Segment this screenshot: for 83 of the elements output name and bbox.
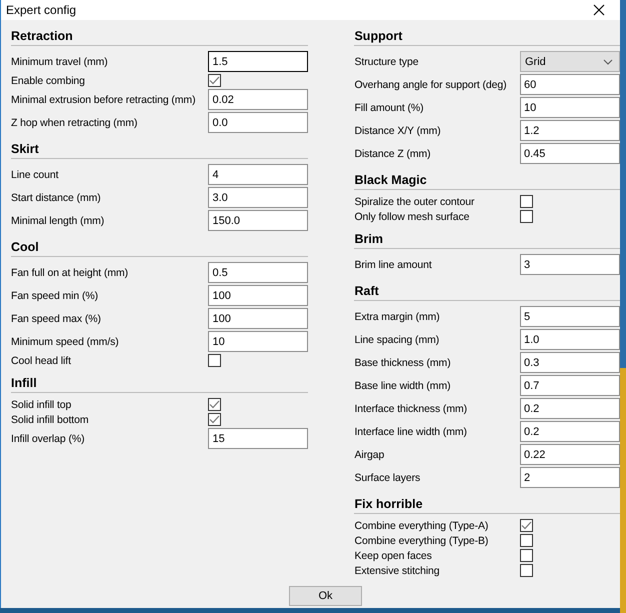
input-field[interactable]: 1.2 bbox=[520, 120, 620, 141]
input-field[interactable]: 4 bbox=[208, 164, 308, 185]
input-field[interactable]: 0.02 bbox=[208, 89, 308, 110]
input-field[interactable]: 1.5 bbox=[208, 51, 308, 72]
section-heading: Fix horrible bbox=[354, 497, 620, 514]
setting-label: Surface layers bbox=[354, 472, 420, 484]
checkbox[interactable] bbox=[520, 534, 533, 547]
input-field[interactable]: 15 bbox=[208, 428, 308, 449]
setting-label: Extensive stitching bbox=[354, 564, 440, 576]
checkbox[interactable] bbox=[208, 413, 222, 426]
section-heading: Raft bbox=[354, 284, 620, 301]
section-heading: Black Magic bbox=[354, 173, 620, 190]
setting-label: Line count bbox=[11, 168, 58, 180]
section-heading: Support bbox=[354, 29, 620, 46]
setting-label: Combine everything (Type-A) bbox=[354, 520, 488, 532]
checkbox[interactable] bbox=[520, 564, 533, 577]
setting-label: Z hop when retracting (mm) bbox=[11, 116, 138, 128]
input-field[interactable]: 0.3 bbox=[520, 352, 620, 373]
setting-label: Combine everything (Type-B) bbox=[354, 534, 488, 546]
input-field[interactable]: 100 bbox=[208, 285, 308, 306]
section-heading: Cool bbox=[11, 240, 308, 257]
setting-label: Base line width (mm) bbox=[354, 380, 450, 392]
chevron-down-icon bbox=[603, 58, 613, 64]
setting-label: Interface thickness (mm) bbox=[354, 402, 468, 414]
checkbox[interactable] bbox=[520, 195, 533, 208]
input-field[interactable]: 1.0 bbox=[520, 329, 620, 350]
input-field[interactable]: 10 bbox=[520, 97, 620, 118]
input-field[interactable]: 3 bbox=[520, 254, 620, 275]
setting-label: Minimum speed (mm/s) bbox=[11, 336, 119, 348]
input-field[interactable]: 3.0 bbox=[208, 187, 308, 208]
input-field[interactable]: 0.2 bbox=[520, 421, 620, 442]
setting-label: Extra margin (mm) bbox=[354, 310, 440, 322]
checkbox[interactable] bbox=[520, 519, 533, 532]
setting-label: Cool head lift bbox=[11, 354, 71, 366]
setting-label: Keep open faces bbox=[354, 550, 432, 562]
input-field[interactable]: 0.2 bbox=[520, 398, 620, 419]
setting-label: Fan full on at height (mm) bbox=[11, 266, 128, 278]
input-field[interactable]: 2 bbox=[520, 467, 620, 488]
input-field[interactable]: 150.0 bbox=[208, 210, 308, 231]
checkbox[interactable] bbox=[520, 210, 533, 223]
checkbox[interactable] bbox=[208, 398, 222, 411]
setting-label: Line spacing (mm) bbox=[354, 334, 440, 346]
input-field[interactable]: 60 bbox=[520, 74, 620, 95]
setting-label: Structure type bbox=[354, 56, 418, 68]
setting-label: Brim line amount bbox=[354, 258, 432, 270]
ok-button[interactable]: Ok bbox=[289, 586, 362, 606]
dropdown[interactable]: Grid bbox=[520, 51, 620, 72]
setting-label: Solid infill bottom bbox=[11, 414, 88, 426]
setting-label: Enable combing bbox=[11, 74, 85, 86]
input-field[interactable]: 10 bbox=[208, 331, 308, 352]
setting-label: Distance Z (mm) bbox=[354, 148, 431, 160]
section-heading: Skirt bbox=[11, 142, 308, 159]
setting-label: Fill amount (%) bbox=[354, 102, 424, 114]
section-heading: Retraction bbox=[11, 29, 308, 46]
setting-label: Spiralize the outer contour bbox=[354, 196, 474, 208]
close-icon[interactable] bbox=[593, 4, 605, 16]
section-heading: Infill bbox=[11, 376, 308, 393]
setting-label: Interface line width (mm) bbox=[354, 426, 467, 438]
window-title: Expert config bbox=[6, 3, 76, 17]
setting-label: Fan speed max (%) bbox=[11, 312, 101, 324]
setting-label: Distance X/Y (mm) bbox=[354, 124, 441, 136]
checkbox[interactable] bbox=[208, 354, 222, 367]
setting-label: Minimal extrusion before retracting (mm) bbox=[11, 94, 196, 106]
setting-label: Minimum travel (mm) bbox=[11, 56, 108, 68]
input-field[interactable]: 0.22 bbox=[520, 444, 620, 465]
checkbox[interactable] bbox=[208, 74, 222, 87]
setting-label: Start distance (mm) bbox=[11, 192, 101, 204]
input-field[interactable]: 100 bbox=[208, 308, 308, 329]
setting-label: Infill overlap (%) bbox=[11, 432, 84, 444]
section-heading: Brim bbox=[354, 232, 620, 249]
setting-label: Overhang angle for support (deg) bbox=[354, 78, 507, 90]
setting-label: Solid infill top bbox=[11, 398, 72, 410]
setting-label: Airgap bbox=[354, 448, 384, 460]
input-field[interactable]: 0.5 bbox=[208, 262, 308, 283]
setting-label: Base thickness (mm) bbox=[354, 356, 451, 368]
input-field[interactable]: 0.45 bbox=[520, 143, 620, 164]
setting-label: Only follow mesh surface bbox=[354, 210, 470, 222]
input-field[interactable]: 0.7 bbox=[520, 375, 620, 396]
input-field[interactable]: 5 bbox=[520, 306, 620, 327]
checkbox[interactable] bbox=[520, 549, 533, 562]
setting-label: Minimal length (mm) bbox=[11, 214, 104, 226]
input-field[interactable]: 0.0 bbox=[208, 112, 308, 133]
setting-label: Fan speed min (%) bbox=[11, 290, 98, 302]
